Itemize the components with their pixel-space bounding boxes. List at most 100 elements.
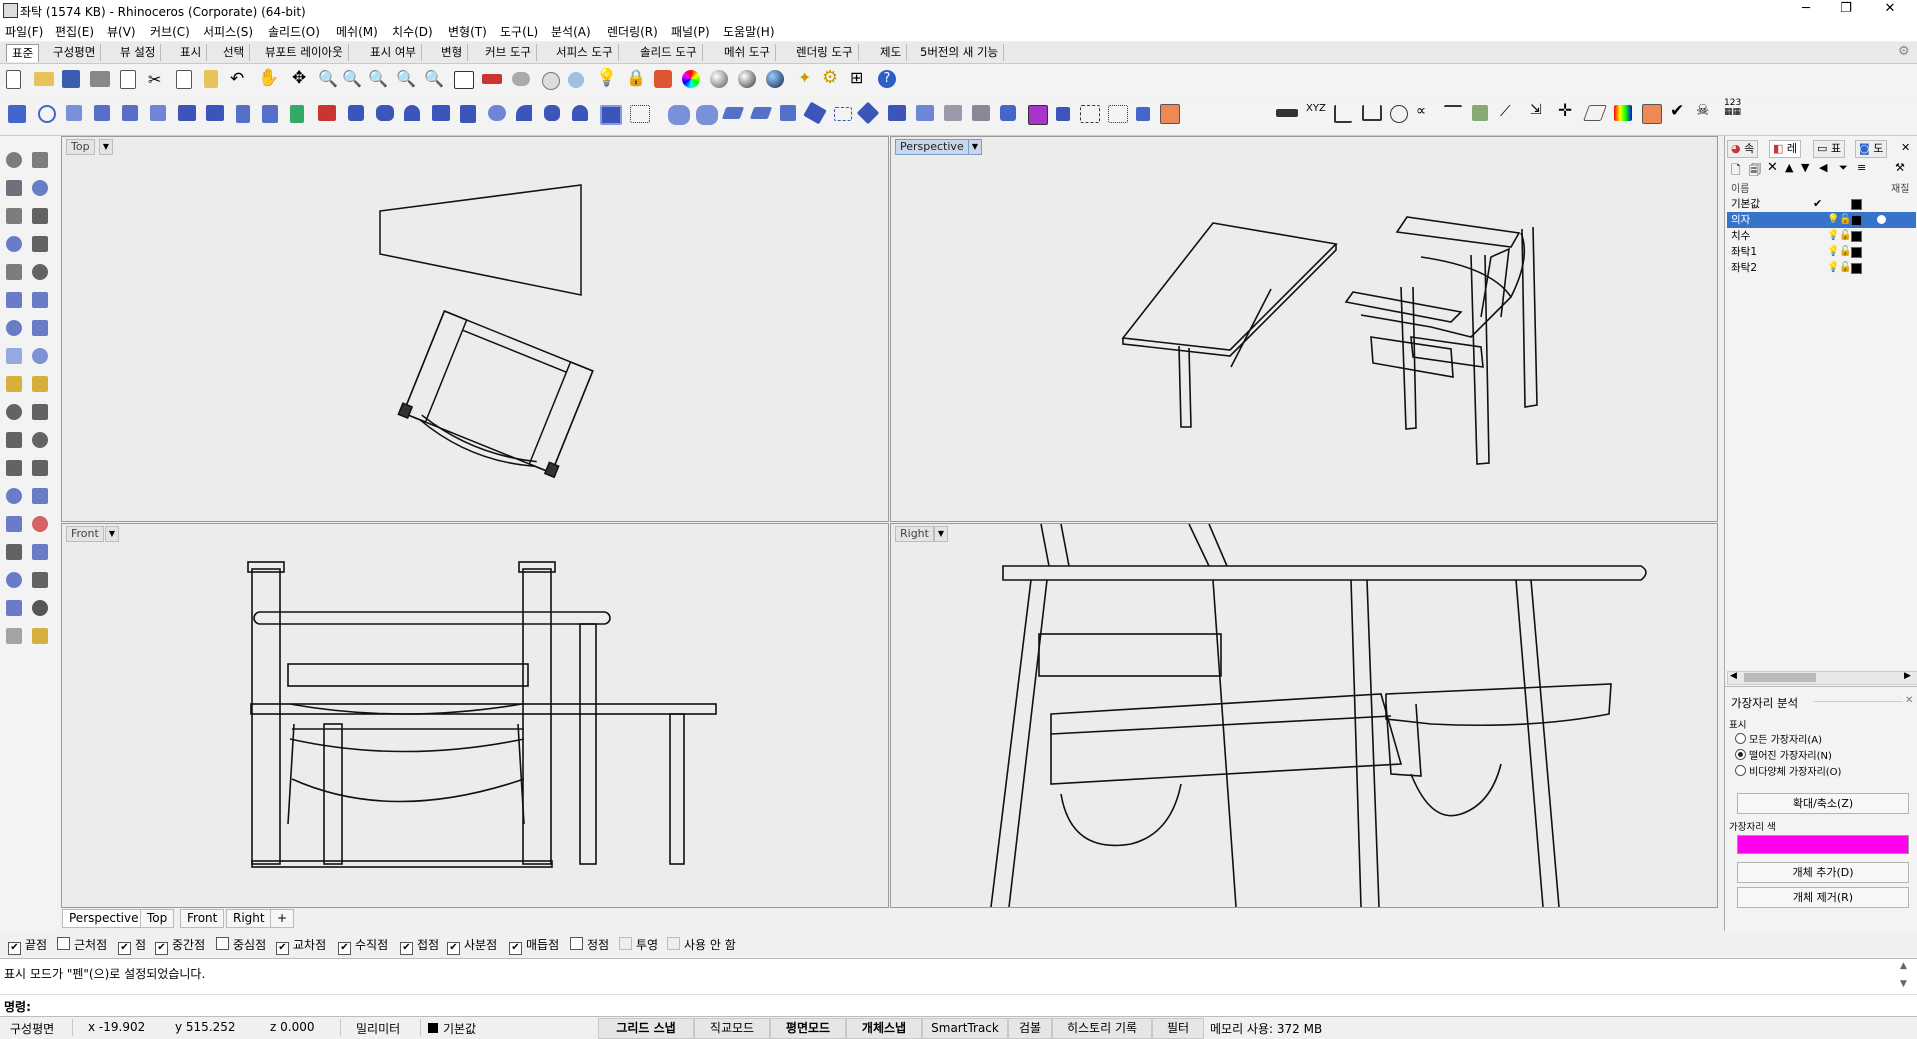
status-cplane[interactable]: 구성평면 — [10, 1020, 54, 1037]
tab-layers[interactable]: ◧ 레 — [1769, 140, 1802, 158]
curve-icon[interactable] — [32, 264, 48, 280]
zoom-window-icon[interactable]: 🔍 — [342, 69, 362, 88]
layer-row-table1[interactable]: 좌탁1 💡 🔓 — [1727, 244, 1916, 260]
undo-icon[interactable]: ↶ — [230, 69, 244, 89]
radio-all-edges[interactable]: 모든 가장자리(A) — [1735, 731, 1822, 746]
extrude-icon[interactable] — [206, 105, 224, 121]
undo-view-icon[interactable]: 🔍 — [424, 69, 444, 88]
layer-menu-icon[interactable]: ≡ — [1857, 161, 1866, 174]
check-icon[interactable] — [32, 600, 48, 616]
status-layer[interactable]: 기본값 — [443, 1020, 476, 1037]
minimize-button[interactable]: ─ — [1786, 0, 1826, 20]
curve-cv-icon[interactable] — [32, 180, 48, 196]
plane-icon[interactable] — [178, 105, 196, 121]
material-icon[interactable] — [1877, 215, 1886, 224]
trim-icon[interactable] — [6, 404, 22, 420]
paste-icon[interactable] — [204, 70, 218, 88]
save-icon[interactable] — [62, 70, 80, 88]
zoom-icon[interactable]: 🔍 — [318, 69, 338, 88]
dimension-icon[interactable] — [32, 572, 48, 588]
point-icon[interactable] — [32, 152, 48, 168]
filter-icon[interactable]: ⏷ — [1839, 161, 1848, 175]
lock-icon[interactable]: 🔓 — [1839, 228, 1851, 244]
offset-icon[interactable] — [32, 460, 48, 476]
menu-edit[interactable]: 편집(E) — [55, 23, 94, 40]
tab-curve-tools[interactable]: 커브 도구 — [480, 44, 537, 61]
osnap-disable[interactable]: 사용 안 함 — [667, 936, 736, 953]
layer-row-chair[interactable]: 의자 💡 🔓 — [1727, 212, 1916, 228]
delete-layer-icon[interactable]: ✕ — [1767, 160, 1778, 175]
tab-set-view[interactable]: 뷰 설정 — [115, 44, 162, 61]
menu-view[interactable]: 뷰(V) — [107, 23, 136, 40]
menu-file[interactable]: 파일(F) — [5, 23, 43, 40]
move-down-icon[interactable]: ▼ — [1801, 161, 1809, 174]
cap-icon[interactable] — [404, 105, 420, 121]
cut-icon[interactable]: ✂ — [148, 70, 161, 89]
slab-icon[interactable] — [721, 107, 745, 119]
rhino-app-icon[interactable] — [3, 3, 18, 18]
menu-solid[interactable]: 솔리드(O) — [268, 23, 320, 40]
boolean-icon[interactable] — [6, 432, 22, 448]
osnap-tangent[interactable]: ✔ 접점 — [400, 936, 439, 955]
tools-icon[interactable]: ⚒ — [1895, 161, 1905, 174]
osnap-point[interactable]: ✔ 점 — [118, 936, 146, 955]
osnap-intersection[interactable]: ✔ 교차점 — [276, 936, 326, 955]
gear-icon[interactable]: ⚙ — [1898, 44, 1910, 59]
xyz-icon[interactable]: XYZ — [1306, 103, 1326, 114]
move-up-icon[interactable]: ▲ — [1785, 161, 1793, 174]
tab-display-panel[interactable]: ▭ 표 — [1813, 140, 1846, 158]
blend-surface-icon[interactable] — [460, 105, 476, 123]
mesh-icon[interactable] — [6, 628, 22, 644]
viewport-tab-right[interactable]: Right — [226, 909, 272, 928]
light-bulb-icon[interactable]: 💡 — [1827, 260, 1839, 276]
arc-icon[interactable] — [32, 208, 48, 224]
ellipse-icon[interactable] — [6, 264, 22, 280]
rotate-view-icon[interactable]: ✥ — [292, 68, 306, 88]
point-grid-icon[interactable] — [630, 105, 650, 123]
layer-row-dimension[interactable]: 치수 💡 🔓 — [1727, 228, 1916, 244]
sweep2-icon[interactable] — [318, 105, 336, 121]
pan-hand-icon[interactable]: ✋ — [258, 68, 279, 88]
rotate-3d-icon[interactable] — [803, 101, 827, 125]
osnap-center[interactable]: 중심점 — [216, 936, 266, 953]
tab-render-tools[interactable]: 렌더링 도구 — [791, 44, 859, 61]
tab-select[interactable]: 선택 — [218, 44, 251, 61]
menu-help[interactable]: 도움말(H) — [723, 23, 775, 40]
cage-icon[interactable] — [916, 105, 934, 121]
skull-icon[interactable]: ☠ — [1696, 101, 1709, 119]
menu-transform[interactable]: 변형(T) — [448, 23, 487, 40]
revolve-icon[interactable] — [262, 105, 278, 123]
tab-properties[interactable]: ◕ 속 — [1727, 140, 1759, 158]
close-icon[interactable]: ✕ — [1905, 695, 1913, 706]
cylinder-icon[interactable] — [6, 348, 22, 364]
light-bulb-icon[interactable]: 💡 — [1827, 212, 1839, 228]
angle-dimension-icon[interactable] — [1334, 105, 1352, 123]
print-icon[interactable] — [90, 71, 110, 87]
rebuild-icon[interactable] — [66, 105, 82, 121]
help-icon[interactable]: ? — [878, 70, 896, 88]
scroll-up-icon[interactable]: ▲ — [1900, 961, 1907, 971]
solid-tools-icon[interactable] — [6, 600, 22, 616]
diameter-icon[interactable]: ∝ — [1416, 103, 1426, 119]
copy-icon[interactable] — [176, 70, 192, 89]
tab-surface-tools[interactable]: 서피스 도구 — [551, 44, 619, 61]
numbers-icon[interactable]: 123 ▦▦ — [1724, 99, 1741, 117]
scroll-thumb[interactable] — [1744, 673, 1816, 682]
filter-toggle[interactable]: 필터 — [1152, 1018, 1204, 1039]
viewport-top[interactable]: Top ▼ — [61, 136, 889, 522]
close-button[interactable]: ✕ — [1870, 0, 1910, 20]
small-box-icon[interactable] — [1056, 107, 1070, 121]
osnap-quadrant[interactable]: ✔ 사분점 — [447, 936, 497, 955]
surface-corner-icon[interactable] — [6, 292, 22, 308]
array-icon[interactable] — [6, 516, 22, 532]
menu-dimension[interactable]: 치수(D) — [392, 23, 433, 40]
lock-icon[interactable]: 🔓 — [1839, 244, 1851, 260]
select-arrow-icon[interactable] — [6, 152, 22, 168]
flow-icon[interactable] — [888, 105, 906, 121]
curve-from-object-icon[interactable] — [94, 105, 110, 121]
status-units[interactable]: 밀리미터 — [356, 1020, 400, 1037]
zoom-button[interactable]: 확대/축소(Z) — [1737, 793, 1909, 814]
osnap-toggle[interactable]: 개체스냅 — [846, 1018, 922, 1039]
polygon-icon[interactable] — [6, 236, 22, 252]
tab-help-panel[interactable]: ◙ 도 — [1855, 140, 1888, 158]
